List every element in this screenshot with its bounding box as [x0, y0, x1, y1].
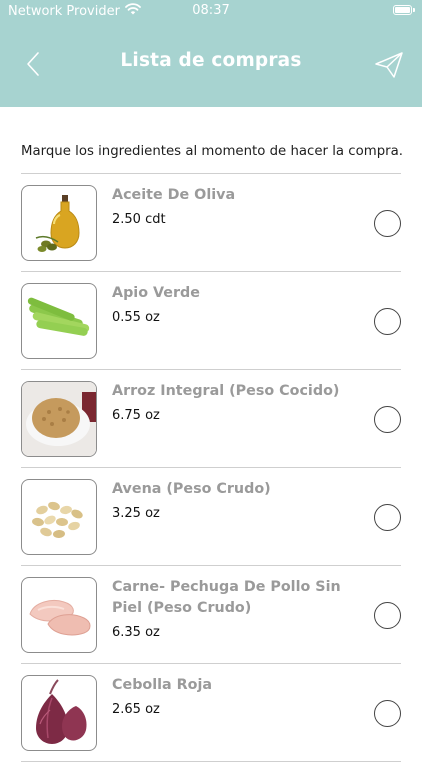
- item-checkbox[interactable]: [374, 504, 401, 531]
- battery-icon: [393, 5, 415, 15]
- item-checkbox[interactable]: [374, 700, 401, 727]
- list-item: Apio Verde 0.55 oz: [21, 272, 401, 370]
- send-button[interactable]: [374, 51, 404, 79]
- item-name: Carne- Pechuga De Pollo Sin Piel (Peso C…: [112, 579, 341, 616]
- list-item: Cebolla Roja 2.65 oz: [21, 664, 401, 762]
- app-header: Network Provider 08:37 Lista de compras: [0, 0, 422, 107]
- item-name: Arroz Integral (Peso Cocido): [112, 383, 340, 399]
- item-quantity: 2.65 oz: [112, 702, 160, 717]
- list-item: Arroz Integral (Peso Cocido) 6.75 oz: [21, 370, 401, 468]
- item-name: Cebolla Roja: [112, 677, 213, 693]
- oats-image: [21, 479, 97, 555]
- status-time: 08:37: [192, 3, 230, 18]
- list-item: Carne- Pechuga De Pollo Sin Piel (Peso C…: [21, 566, 401, 664]
- paper-plane-icon: [375, 52, 403, 78]
- item-checkbox[interactable]: [374, 406, 401, 433]
- item-checkbox[interactable]: [374, 602, 401, 629]
- item-quantity: 6.75 oz: [112, 408, 160, 423]
- brown-rice-image: [21, 381, 97, 457]
- item-quantity: 6.35 oz: [112, 625, 160, 640]
- item-name: Aceite De Oliva: [112, 187, 236, 203]
- item-name: Avena (Peso Crudo): [112, 481, 271, 497]
- item-checkbox[interactable]: [374, 210, 401, 237]
- item-quantity: 2.50 cdt: [112, 212, 166, 227]
- shopping-list: Aceite De Oliva 2.50 cdt Apio Verde 0.55…: [21, 173, 401, 762]
- red-onion-image: [21, 675, 97, 751]
- olive-oil-image: [21, 185, 97, 261]
- status-bar: Network Provider 08:37: [0, 0, 422, 22]
- item-checkbox[interactable]: [374, 308, 401, 335]
- celery-image: [21, 283, 97, 359]
- page-title: Lista de compras: [120, 50, 302, 71]
- chicken-breast-image: [21, 577, 97, 653]
- list-item: Avena (Peso Crudo) 3.25 oz: [21, 468, 401, 566]
- item-quantity: 3.25 oz: [112, 506, 160, 521]
- item-name: Apio Verde: [112, 285, 200, 301]
- item-quantity: 0.55 oz: [112, 310, 160, 325]
- instruction-text: Marque los ingredientes al momento de ha…: [21, 144, 403, 159]
- list-item: Aceite De Oliva 2.50 cdt: [21, 174, 401, 272]
